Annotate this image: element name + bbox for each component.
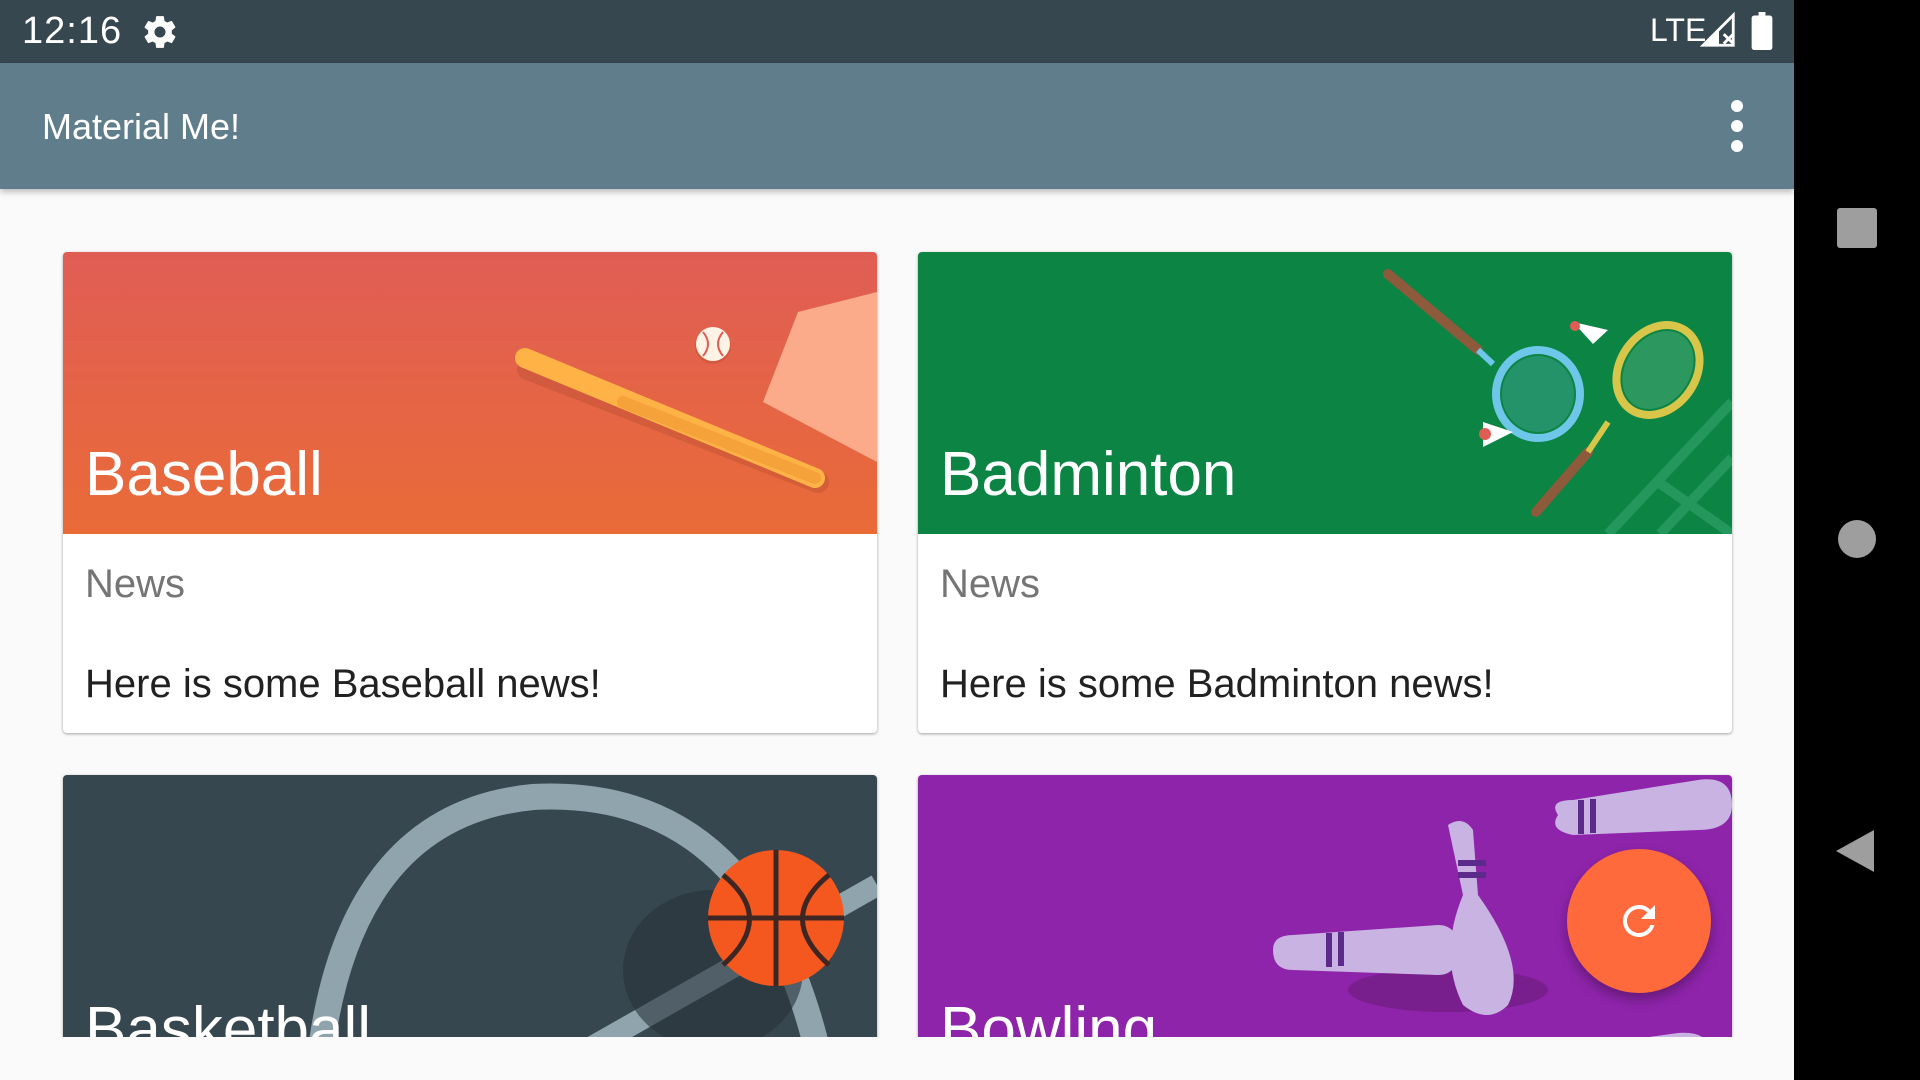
sport-image-badminton: Badminton — [918, 252, 1732, 534]
card-subtitle: News — [85, 562, 186, 606]
navigation-bar — [1794, 0, 1920, 1080]
sport-card-basketball[interactable]: Basketball — [63, 775, 877, 1037]
refresh-fab[interactable] — [1567, 849, 1711, 993]
card-title: Baseball — [85, 440, 323, 509]
gear-icon — [144, 16, 176, 48]
card-title: Badminton — [940, 440, 1237, 509]
sport-image-basketball: Basketball — [63, 775, 877, 1037]
home-icon[interactable] — [1838, 520, 1876, 558]
sports-list[interactable]: Baseball News Here is some Baseball news… — [0, 189, 1794, 1037]
more-vert-icon[interactable] — [1715, 93, 1759, 159]
recents-icon[interactable] — [1837, 208, 1877, 248]
app-bar: Material Me! — [0, 63, 1794, 189]
app-title: Material Me! — [42, 106, 241, 147]
battery-icon — [1751, 12, 1773, 50]
card-subtitle: News — [940, 562, 1041, 606]
app-screen: 12:16 LTE Material Me! Baseball News Her… — [0, 0, 1794, 1080]
signal-icon — [1700, 12, 1735, 47]
card-title: Bowling — [940, 995, 1158, 1037]
status-time: 12:16 — [22, 10, 123, 52]
back-icon[interactable] — [1834, 828, 1876, 874]
card-body: Here is some Badminton news! — [940, 662, 1494, 706]
status-bar: 12:16 LTE — [0, 0, 1794, 63]
refresh-icon — [1623, 905, 1655, 937]
network-type: LTE — [1650, 12, 1707, 48]
sport-card-baseball[interactable]: Baseball News Here is some Baseball news… — [63, 252, 877, 733]
card-title: Basketball — [85, 995, 372, 1037]
sport-card-badminton[interactable]: Badminton News Here is some Badminton ne… — [918, 252, 1732, 733]
sport-image-baseball: Baseball — [63, 252, 877, 534]
card-body: Here is some Baseball news! — [85, 662, 601, 706]
